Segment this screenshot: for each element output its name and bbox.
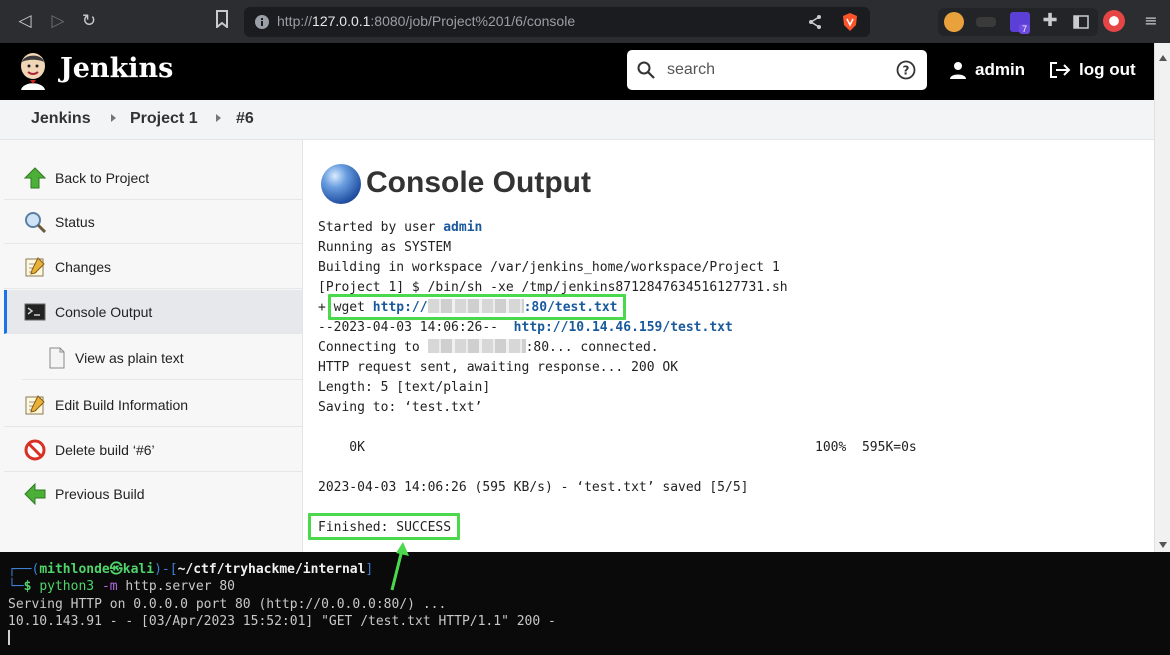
breadcrumb-project[interactable]: Project 1 — [130, 110, 198, 128]
console-line: Running as SYSTEM — [318, 240, 452, 255]
brave-shield-icon[interactable] — [841, 12, 859, 32]
breadcrumb: Jenkins Project 1 #6 — [0, 100, 1170, 140]
left-arrow-icon — [24, 483, 46, 505]
jenkins-title[interactable]: Jenkins — [60, 53, 173, 84]
magnifier-icon — [25, 211, 46, 233]
reload-icon[interactable]: ↻ — [78, 10, 100, 32]
console-line: Building in workspace /var/jenkins_home/… — [318, 260, 780, 275]
search-box[interactable]: ? — [627, 50, 927, 90]
console-globe-icon — [321, 164, 361, 204]
redacted-ip — [427, 339, 526, 353]
console-line: 2023-04-03 14:06:26 (595 KB/s) - ‘test.t… — [318, 480, 749, 495]
terminal-output-line: 10.10.143.91 - - [03/Apr/2023 15:52:01] … — [8, 614, 556, 629]
console-line: Length: 5 [text/plain] — [318, 380, 491, 395]
sidebar-item-label: View as plain text — [75, 349, 184, 366]
jenkins-header: Jenkins ? admin log out — [0, 43, 1170, 100]
scroll-up-icon[interactable] — [1159, 55, 1167, 61]
console-line: 100% 595K=0s — [815, 440, 917, 455]
page-title: Console Output — [366, 166, 591, 199]
sidebar-item-label: Previous Build — [55, 486, 145, 502]
address-bar[interactable]: http://127.0.0.1:8080/job/Project%201/6/… — [244, 7, 870, 37]
user-name: admin — [975, 60, 1026, 79]
sidebar-item-changes[interactable]: Changes — [4, 245, 302, 289]
puzzle-icon[interactable]: ✚ — [1039, 10, 1061, 32]
search-input[interactable] — [667, 58, 887, 82]
url-text: http://127.0.0.1:8080/job/Project%201/6/… — [277, 13, 576, 29]
extension-icon[interactable] — [944, 12, 964, 32]
browser-toolbar: ◁ ▷ ↻ http://127.0.0.1:8080/job/Project%… — [0, 0, 1170, 43]
console-line: 0K — [318, 440, 365, 455]
sidebar-item-label: Changes — [55, 258, 112, 275]
sidebar-item-status[interactable]: Status — [4, 200, 302, 244]
menu-icon[interactable]: ≡ — [1140, 10, 1162, 32]
annotation-arrow-icon — [390, 542, 409, 591]
notepad-icon — [25, 256, 45, 276]
sidebar-item-label: Edit Build Information — [55, 396, 189, 413]
sidebar-toggle-icon[interactable] — [1073, 14, 1089, 30]
terminal-output-line: Serving HTTP on 0.0.0.0 port 80 (http://… — [8, 597, 447, 612]
svg-text:?: ? — [903, 64, 910, 78]
terminal-command-line: └─$ python3 -m http.server 80 — [8, 579, 235, 594]
document-icon — [49, 347, 65, 368]
breadcrumb-separator-icon[interactable] — [216, 114, 221, 122]
search-icon — [637, 61, 655, 79]
bookmark-icon[interactable] — [211, 10, 233, 32]
sidebar-item-console-output[interactable]: Console Output — [4, 290, 302, 334]
jenkins-logo-icon[interactable] — [18, 52, 48, 90]
sidebar-item-label: Console Output — [55, 303, 153, 320]
finished-highlight-box — [308, 513, 460, 540]
logout-icon — [1050, 62, 1071, 78]
terminal-cursor — [8, 630, 10, 645]
profile-icon[interactable] — [1103, 10, 1125, 32]
sidebar-item-label: Delete build ‘#6’ — [55, 441, 155, 458]
breadcrumb-separator-icon[interactable] — [111, 114, 116, 122]
forward-icon[interactable]: ▷ — [47, 10, 69, 32]
sidebar-item-edit-build-info[interactable]: Edit Build Information — [4, 383, 302, 427]
sidebar-item-delete-build[interactable]: Delete build ‘#6’ — [4, 428, 302, 472]
logout-link[interactable]: log out — [1049, 60, 1136, 80]
extension-hat-icon[interactable] — [976, 17, 996, 27]
console-url-link[interactable]: http://10.14.46.159/test.txt — [514, 320, 733, 335]
share-icon[interactable] — [807, 14, 823, 30]
extension-badge: 7 — [1019, 24, 1031, 34]
terminal-prompt-line: ┌──(mithlonde㉿kali)-[~/ctf/tryhackme/int… — [8, 562, 374, 577]
no-entry-icon — [24, 439, 46, 460]
page-scrollbar[interactable] — [1154, 43, 1170, 552]
terminal-icon — [24, 303, 46, 320]
terminal[interactable]: ┌──(mithlonde㉿kali)-[~/ctf/tryhackme/int… — [0, 552, 1170, 655]
user-link[interactable]: admin — [443, 220, 482, 235]
sidebar-item-label: Back to Project — [55, 169, 150, 186]
sidebar-item-label: Status — [55, 213, 95, 230]
notepad-icon — [25, 394, 45, 414]
console-main: Console Output Started by user admin Run… — [303, 140, 1154, 552]
help-icon[interactable]: ? — [896, 60, 916, 80]
logout-label: log out — [1079, 60, 1136, 79]
console-line: Connecting to :80... connected. — [318, 339, 659, 355]
scroll-down-icon[interactable] — [1159, 542, 1167, 548]
console-line: HTTP request sent, awaiting response... … — [318, 360, 679, 375]
breadcrumb-build[interactable]: #6 — [236, 110, 254, 128]
up-arrow-icon — [24, 166, 46, 188]
sidebar-item-back-to-project[interactable]: Back to Project — [4, 156, 302, 200]
console-line: Started by user admin — [318, 220, 483, 235]
wget-highlight-box — [328, 294, 626, 320]
back-icon[interactable]: ◁ — [14, 10, 36, 32]
user-link[interactable]: admin — [949, 60, 1025, 80]
console-line: --2023-04-03 14:06:26-- http://10.14.46.… — [318, 320, 733, 335]
sidebar: Back to Project Status Changes Console O… — [0, 140, 303, 552]
info-icon[interactable] — [254, 14, 270, 30]
sidebar-item-view-plain-text[interactable]: View as plain text — [22, 336, 302, 380]
user-icon — [950, 62, 966, 79]
console-line: Saving to: ‘test.txt’ — [318, 400, 483, 415]
sidebar-item-previous-build[interactable]: Previous Build — [4, 472, 302, 516]
breadcrumb-jenkins[interactable]: Jenkins — [31, 110, 91, 128]
